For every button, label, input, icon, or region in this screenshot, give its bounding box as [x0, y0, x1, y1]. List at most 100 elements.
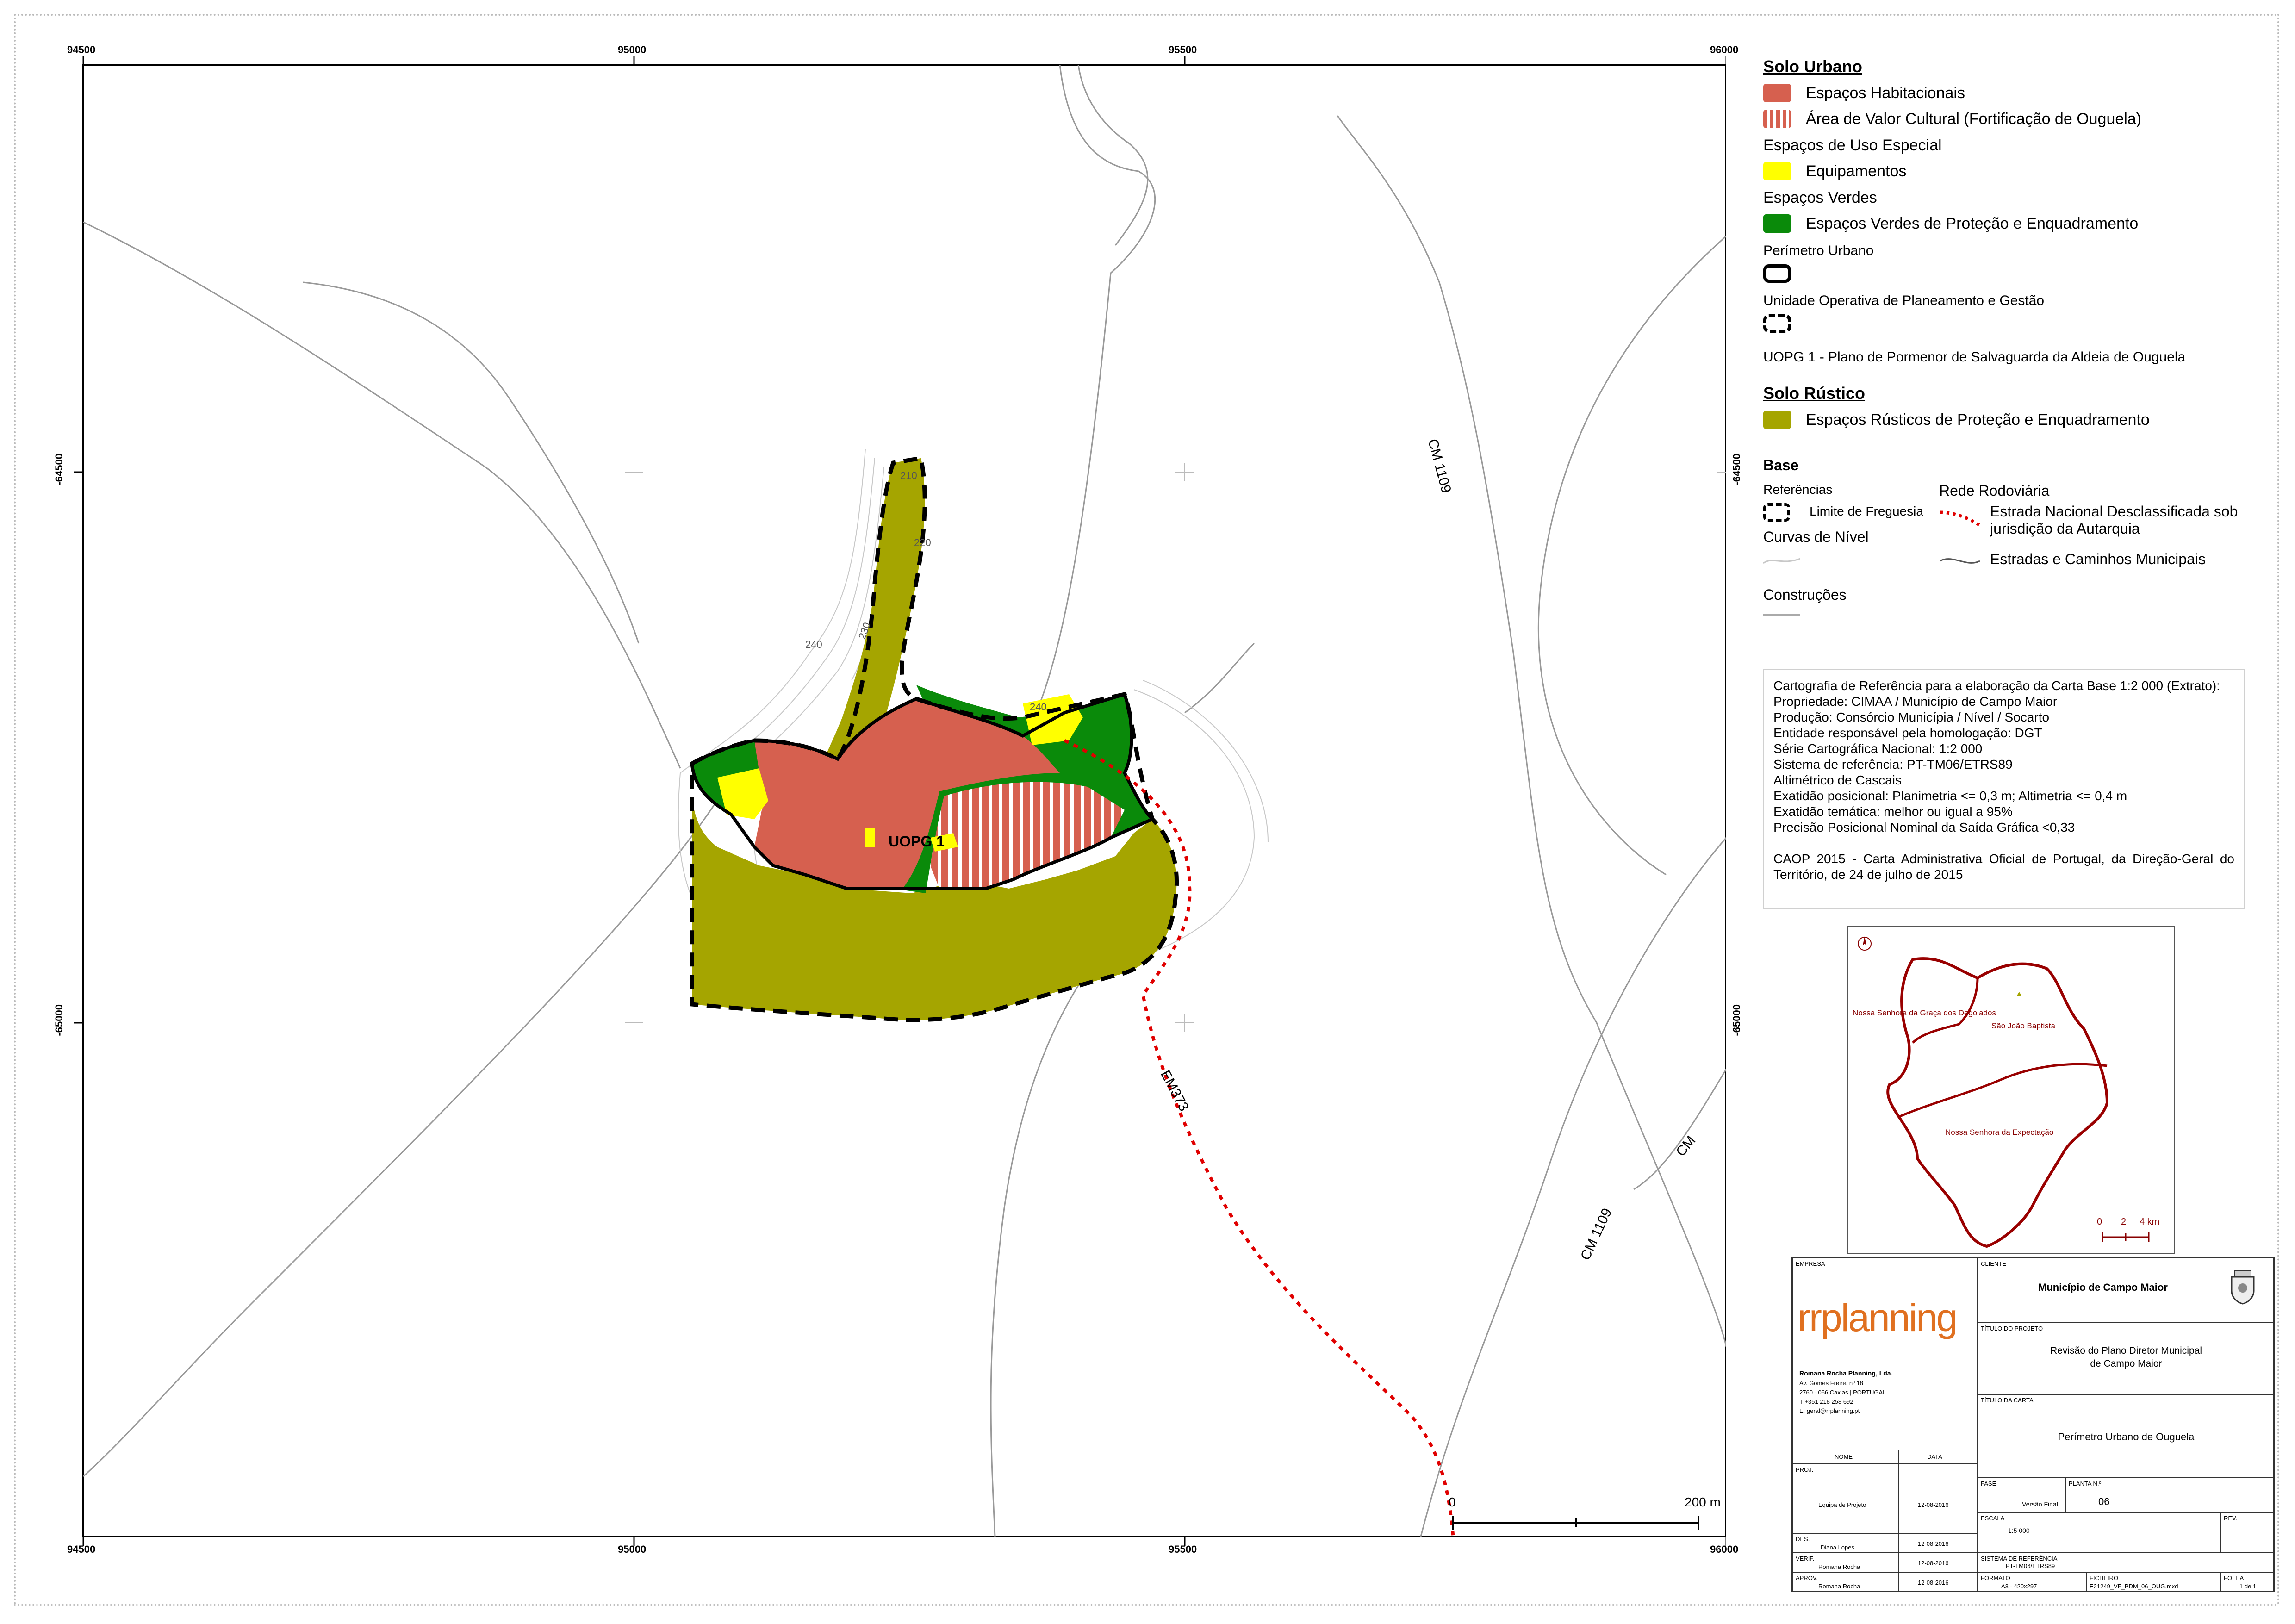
legend-heading-solo-rustico: Solo Rústico [1763, 384, 1866, 403]
legend-label-limite-freguesia: Limite de Freguesia [1810, 504, 1923, 518]
tb-folha-cell: FOLHA 1 de 1 [2220, 1572, 2274, 1592]
tb-proj-date-cell: 12-08-2016 [1899, 1464, 1978, 1533]
project-title-line-1: Revisão do Plano Diretor Municipal [2050, 1345, 2202, 1356]
tb-formato-caption: FORMATO [1981, 1574, 2010, 1581]
folha-value: 1 de 1 [2239, 1583, 2257, 1590]
verif-date: 12-08-2016 [1918, 1560, 1949, 1567]
municipal-coat-of-arms-icon [2228, 1268, 2258, 1305]
tb-des-date-cell: 12-08-2016 [1899, 1533, 1978, 1553]
contour-label-240a: 240 [805, 639, 822, 650]
swatch-curvas-nivel [1763, 558, 1800, 564]
title-block: EMPRESA rrplanning Romana Rocha Planning… [1791, 1257, 2275, 1592]
scale-bar-end: 200 m [1685, 1495, 1721, 1509]
tb-sistema-caption: SISTEMA DE REFERÊNCIA [1981, 1555, 2058, 1562]
inset-canvas [1858, 936, 2150, 1248]
coord-bottom-95000: 95000 [618, 1543, 647, 1555]
tb-aprov-caption: APROV. [1796, 1574, 1818, 1581]
tb-sistema-cell: SISTEMA DE REFERÊNCIA PT-TM06/ETRS89 [1978, 1553, 2274, 1572]
carto-line-7: Exatidão posicional: Planimetria <= 0,3 … [1773, 789, 2127, 803]
coord-right-65000: -65000 [1731, 1004, 1742, 1036]
legend-label-estrada-nacional: Estrada Nacional Desclassificada sob jur… [1990, 503, 2238, 537]
swatch-cultural [1763, 110, 1791, 128]
inset-map[interactable]: Nossa Senhora da Graça dos Degolados São… [1847, 926, 2175, 1254]
contour-label-210: 210 [900, 470, 917, 481]
company-address-2: 2760 - 066 Caxias | PORTUGAL [1799, 1389, 1886, 1396]
legend-heading-base: Base [1763, 457, 1799, 473]
tb-project-caption: TÍTULO DO PROJETO [1981, 1325, 2043, 1332]
swatch-perimetro-urbano [1763, 264, 1791, 283]
legend-item-verdes: Espaços Verdes de Proteção e Enquadramen… [1763, 214, 2254, 233]
proj-date: 12-08-2016 [1918, 1501, 1949, 1508]
carto-line-3: Entidade responsável pela homologação: D… [1773, 726, 2042, 740]
des-date: 12-08-2016 [1918, 1540, 1949, 1547]
legend-item-equipamentos: Equipamentos [1763, 162, 2254, 180]
carto-line-1: Propriedade: CIMAA / Município de Campo … [1773, 694, 2058, 709]
company-name: Romana Rocha Planning, Lda. [1799, 1369, 1893, 1377]
carto-line-10: CAOP 2015 - Carta Administrativa Oficial… [1773, 852, 2234, 882]
carto-line-6: Altimétrico de Cascais [1773, 773, 1902, 787]
swatch-verdes [1763, 214, 1791, 233]
coord-bottom-94500: 94500 [67, 1543, 96, 1555]
aprov-name: Romana Rocha [1818, 1583, 1860, 1590]
tb-folha-caption: FOLHA [2224, 1574, 2244, 1581]
coord-left-65000: -65000 [53, 1004, 65, 1036]
des-name: Diana Lopes [1821, 1544, 1854, 1551]
tb-aprov-date-cell: 12-08-2016 [1899, 1572, 1978, 1592]
legend-item-habitacionais: Espaços Habitacionais [1763, 84, 2254, 102]
legend-label-curvas-nivel: Curvas de Nível [1763, 529, 1869, 545]
inset-scale-0: 0 [2097, 1217, 2102, 1227]
inset-label-expectacao: Nossa Senhora da Expectação [1945, 1128, 2054, 1137]
tb-nome-caption: NOME [1835, 1453, 1853, 1460]
tb-data-header: DATA [1899, 1450, 1978, 1464]
coord-bottom-96000: 96000 [1710, 1543, 1739, 1555]
swatch-equipamentos [1763, 162, 1791, 180]
inset-scale-4: 4 km [2140, 1217, 2160, 1227]
tb-ficheiro-caption: FICHEIRO [2090, 1574, 2119, 1581]
tb-rev-cell: REV. [2220, 1512, 2274, 1553]
swatch-limite-freguesia [1763, 503, 1790, 522]
coord-right-64500: -64500 [1731, 454, 1742, 485]
company-logo: rrplanning [1797, 1296, 1958, 1339]
map-frame[interactable]: 94500 95000 95500 96000 94500 95000 9550… [53, 44, 1742, 1555]
legend: Solo Urbano Espaços Habitacionais Área d… [1763, 53, 2254, 688]
tb-proj-cell: PROJ. Equipa de Projeto [1792, 1464, 1899, 1533]
swatch-rusticos [1763, 411, 1791, 429]
legend-sub-referencias: Referências [1763, 482, 1833, 497]
coord-top-95000: 95000 [618, 44, 647, 56]
carto-line-2: Produção: Consórcio Municípia / Nível / … [1773, 710, 2050, 724]
inset-scale-bar [2102, 1232, 2150, 1242]
coord-left-64500: -64500 [53, 454, 65, 485]
legend-item-rusticos: Espaços Rústicos de Proteção e Enquadram… [1763, 411, 2254, 429]
tb-ficheiro-cell: FICHEIRO E21249_VF_PDM_06_OUG.mxd [2086, 1572, 2220, 1592]
tb-fase-cell: FASE Versão Final [1978, 1478, 2065, 1512]
inset-location-marker [2016, 992, 2022, 996]
coord-top-95500: 95500 [1169, 44, 1197, 56]
legend-sub-uso-especial: Espaços de Uso Especial [1763, 137, 1942, 154]
tb-empresa-caption: EMPRESA [1796, 1260, 1825, 1267]
legend-label-rusticos: Espaços Rústicos de Proteção e Enquadram… [1806, 411, 2150, 429]
legend-base-section: Base Referências Limite de Freguesia Cur… [1763, 457, 2254, 688]
cartography-notes: Cartografia de Referência para a elabora… [1763, 669, 2245, 909]
coord-top-94500: 94500 [67, 44, 96, 56]
tb-formato-cell: FORMATO A3 - 420x297 [1978, 1572, 2086, 1592]
swatch-estradas-municipais [1940, 558, 1980, 564]
verif-name: Romana Rocha [1818, 1563, 1860, 1570]
carto-line-0: Cartografia de Referência para a elabora… [1773, 678, 2220, 693]
legend-item-cultural: Área de Valor Cultural (Fortificação de … [1763, 110, 2254, 128]
formato-value: A3 - 420x297 [2001, 1583, 2037, 1590]
tb-verif-date-cell: 12-08-2016 [1899, 1553, 1978, 1572]
inset-label-graca: Nossa Senhora da Graça dos Degolados [1853, 1008, 1996, 1017]
sistema-value: PT-TM06/ETRS89 [2006, 1562, 2055, 1569]
legend-label-construcoes: Construções [1763, 586, 1847, 603]
north-arrow-icon [1858, 936, 1872, 951]
tb-company-cell: EMPRESA rrplanning Romana Rocha Planning… [1792, 1258, 1978, 1450]
swatch-construcoes [1763, 614, 1800, 616]
tb-verif-cell: VERIF. Romana Rocha [1792, 1553, 1899, 1572]
carto-line-9: Precisão Posicional Nominal da Saída Grá… [1773, 820, 2075, 834]
tb-client-cell: CLIENTE Município de Campo Maior [1978, 1258, 2274, 1323]
contour-label-220: 220 [914, 537, 931, 548]
scale-bar-start: 0 [1449, 1495, 1456, 1509]
tb-rev-caption: REV. [2224, 1515, 2238, 1522]
tb-client-caption: CLIENTE [1981, 1260, 2006, 1267]
uopg-label: UOPG 1 [889, 833, 945, 850]
